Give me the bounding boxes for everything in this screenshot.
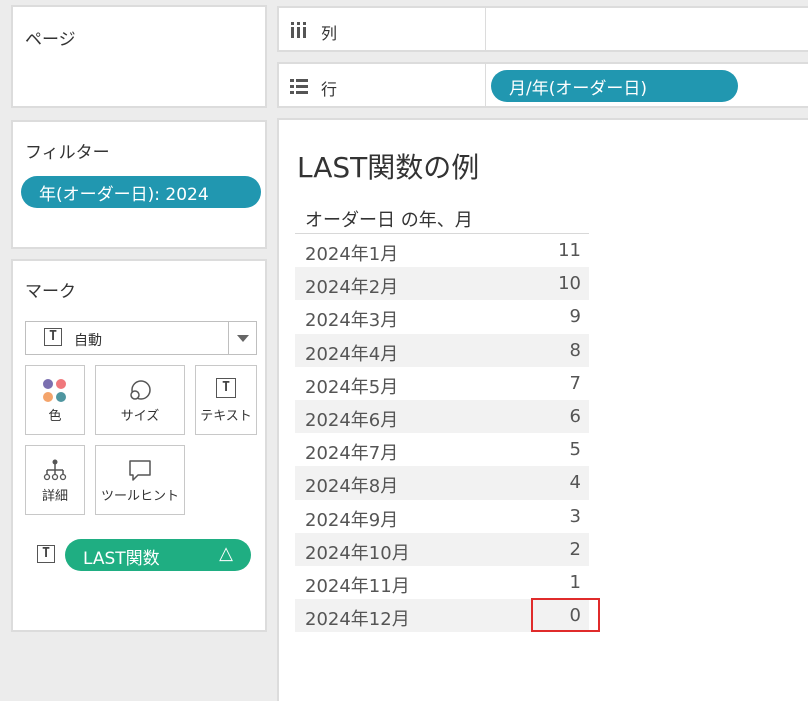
rows-label: 行 [321, 80, 338, 99]
filters-title: フィルター [25, 143, 110, 163]
table-row[interactable]: 2024年7月 5 [295, 433, 589, 466]
shelf-divider [485, 8, 486, 50]
row-month-label: 2024年4月 [305, 343, 399, 365]
row-value: 10 [558, 273, 581, 295]
row-month-label: 2024年6月 [305, 409, 399, 431]
tooltip-card-label: ツールヒント [100, 489, 179, 504]
row-value: 8 [569, 339, 581, 361]
row-month-label: 2024年12月 [305, 609, 410, 631]
row-value: 3 [569, 505, 581, 527]
row-value: 1 [569, 571, 581, 593]
tooltip-card[interactable]: ツールヒント [95, 445, 185, 515]
columns-shelf[interactable]: 列 [277, 6, 808, 52]
worksheet-title: LAST関数の例 [297, 151, 480, 184]
row-month-label: 2024年2月 [305, 277, 399, 299]
filter-pill-year[interactable]: 年(オーダー日): 2024 [21, 176, 261, 208]
last-function-pill[interactable]: LAST関数 △ [65, 539, 251, 571]
filters-panel[interactable]: フィルター 年(オーダー日): 2024 [11, 120, 267, 249]
text-card-label: テキスト [200, 409, 252, 424]
mark-type-dropdown[interactable]: T 自動 [25, 321, 257, 355]
columns-label: 列 [321, 24, 338, 43]
row-value: 5 [569, 439, 581, 461]
row-value: 7 [569, 372, 581, 394]
row-month-label: 2024年11月 [305, 575, 410, 597]
marks-panel: マーク T 自動 色 サイズ T テキスト 詳細 ツールヒント T LAST関数… [11, 259, 267, 632]
color-card[interactable]: 色 [25, 365, 85, 435]
size-card[interactable]: サイズ [95, 365, 185, 435]
table-row[interactable]: 2024年8月 4 [295, 466, 589, 500]
text-encoding-icon[interactable]: T [37, 545, 55, 563]
row-value: 11 [558, 240, 581, 261]
text-card[interactable]: T テキスト [195, 365, 257, 435]
table-calc-delta-icon: △ [219, 543, 233, 564]
highlight-box [531, 598, 600, 632]
table-row[interactable]: 2024年4月 8 [295, 333, 589, 367]
table-row[interactable]: 2024年2月 10 [295, 267, 589, 301]
text-mark-icon: T [44, 328, 62, 346]
row-month-label: 2024年1月 [305, 244, 399, 265]
rows-pill-month-year[interactable]: 月/年(オーダー日) [491, 70, 738, 102]
table-row[interactable]: 2024年3月 9 [295, 300, 589, 333]
dropdown-button[interactable] [228, 322, 256, 354]
pages-panel[interactable]: ページ [11, 5, 267, 108]
table-row[interactable]: 2024年5月 7 [295, 367, 589, 400]
row-month-label: 2024年5月 [305, 376, 399, 398]
row-value: 2 [569, 538, 581, 560]
rows-icon [290, 79, 308, 94]
row-month-label: 2024年7月 [305, 443, 399, 465]
table-row[interactable]: 2024年10月 2 [295, 532, 589, 566]
row-month-label: 2024年10月 [305, 542, 410, 564]
marks-title: マーク [25, 282, 76, 302]
size-icon [130, 380, 151, 400]
detail-card[interactable]: 詳細 [25, 445, 85, 515]
row-value: 6 [569, 405, 581, 427]
shelf-divider [485, 64, 486, 106]
mark-type-label: 自動 [74, 333, 102, 349]
rows-shelf[interactable]: 行 月/年(オーダー日) [277, 62, 808, 108]
table-row[interactable]: 2024年1月 11 [295, 234, 589, 267]
text-icon: T [216, 378, 236, 398]
color-card-label: 色 [48, 409, 62, 424]
row-month-label: 2024年9月 [305, 509, 399, 531]
chevron-down-icon [237, 335, 249, 342]
tooltip-icon [129, 460, 151, 481]
detail-card-label: 詳細 [41, 489, 68, 504]
row-value: 9 [569, 306, 581, 328]
row-value: 4 [569, 472, 581, 494]
row-month-label: 2024年3月 [305, 310, 399, 332]
table-row[interactable]: 2024年9月 3 [295, 500, 589, 533]
detail-icon [43, 459, 67, 481]
worksheet-view: LAST関数の例 オーダー日 の年、月 2024年1月 11 2024年2月 10 20… [277, 118, 808, 701]
column-header[interactable]: オーダー日 の年、月 [305, 206, 473, 232]
row-month-label: 2024年8月 [305, 476, 399, 498]
columns-icon [291, 22, 306, 38]
color-icon [43, 379, 66, 402]
size-card-label: サイズ [120, 409, 160, 424]
data-table: 2024年1月 11 2024年2月 10 2024年3月 9 2024年4月 8 2024年5… [295, 234, 589, 633]
table-row[interactable]: 2024年11月 1 [295, 566, 589, 599]
last-function-pill-label: LAST関数 [83, 549, 160, 569]
pages-title: ページ [25, 30, 76, 50]
table-row[interactable]: 2024年6月 6 [295, 399, 589, 434]
